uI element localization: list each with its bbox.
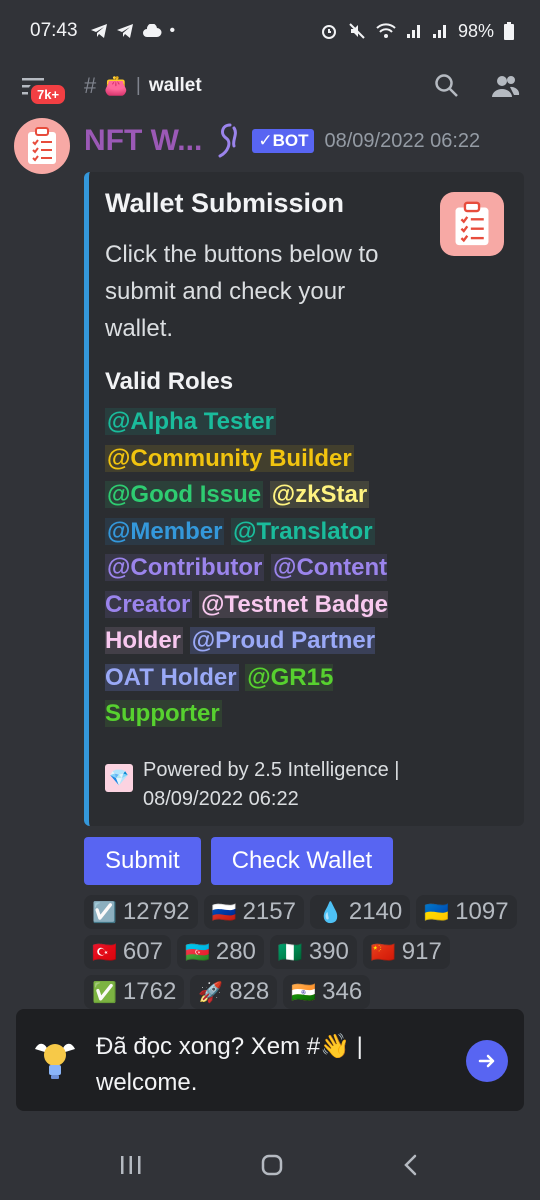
reaction-emoji: 🇷🇺 [211,901,237,924]
signal-icon [432,25,446,38]
reaction-emoji: ☑️ [92,901,117,924]
action-buttons: Submit Check Wallet [84,837,394,885]
role-mention[interactable]: @Good Issue [105,481,264,508]
channel-emoji: 👛 [104,76,128,97]
reaction[interactable]: 🇮🇳 346 [283,975,371,1009]
channel-name: wallet [148,75,202,96]
role-list: @Alpha Tester @Community Builder @Good I… [105,404,405,733]
embed-description: Click the buttons below to submit and ch… [105,241,379,342]
wifi-icon [376,23,396,38]
embed: Wallet Submission Click the buttons belo… [84,172,524,826]
cloud-icon [142,24,162,37]
message-timestamp: 08/09/2022 06:22 [324,129,481,152]
embed-thumbnail[interactable] [440,192,504,256]
battery-icon [504,22,514,40]
telegram-icon [90,24,107,38]
reaction-count: 828 [229,978,270,1005]
gem-icon: 💎 [105,764,133,792]
role-mention[interactable]: @Member [105,517,225,545]
mute-icon [349,23,365,39]
reaction-count: 607 [122,938,163,965]
check-wallet-button[interactable]: Check Wallet [210,837,394,885]
hash-icon: # [84,73,97,98]
status-bar: 07:43 • 98% [0,0,540,62]
submit-button[interactable]: Submit [84,837,201,885]
back-icon[interactable] [401,1153,421,1177]
tip-action-button[interactable] [466,1040,508,1082]
reaction-count: 280 [215,938,256,965]
reaction[interactable]: 🇦🇿 280 [176,935,264,969]
reaction-count: 346 [322,978,363,1005]
reaction[interactable]: 🇹🇷 607 [84,935,171,969]
signal-icon [406,25,420,38]
reaction-emoji: 🇺🇦 [424,901,450,924]
bot-tag: ✓BOT [252,129,315,153]
reaction-count: 390 [308,938,349,965]
notification-badge: 7k+ [28,82,69,107]
reaction-emoji: ✅ [92,981,117,1004]
reaction[interactable]: 🚀 828 [190,975,278,1009]
telegram-icon [116,24,133,38]
reaction[interactable]: 🇷🇺 2157 [203,895,304,929]
members-icon[interactable] [490,73,520,99]
embed-title: Wallet Submission [105,188,345,218]
tip-banner[interactable]: Đã đọc xong? Xem #👋 | welcome. [16,1009,524,1111]
role-mention[interactable]: @Alpha Tester [105,408,276,435]
reaction[interactable]: 🇺🇦 1097 [416,895,517,929]
role-mention[interactable]: @Community Builder [105,444,354,472]
app-badge-icon [218,123,238,158]
footer-text: Powered by 2.5 Intelligence | 08/09/2022… [143,759,400,810]
reactions: ☑️ 12792 🇷🇺 2157 💧 2140 🇺🇦 1097 🇹🇷 607 🇦🇿 280 … [84,895,524,1009]
reaction-count: 1762 [122,978,177,1005]
reaction-emoji: 🇳🇬 [277,941,303,964]
reaction-emoji: 🇹🇷 [92,941,117,964]
system-nav-bar [0,1130,540,1200]
arrow-right-icon [478,1054,495,1068]
menu-button[interactable]: 7k+ [20,66,72,107]
reaction[interactable]: 🇨🇳 917 [362,935,450,969]
alarm-icon [321,25,336,39]
reaction[interactable]: 🇳🇬 390 [269,935,357,969]
role-mention[interactable]: @zkStar [269,481,370,508]
dot-icon: • [169,22,176,39]
reaction-emoji: 🚀 [198,981,224,1004]
channel-header: 7k+ # 👛 | wallet [0,62,540,110]
reaction-count: 12792 [122,898,190,925]
reaction[interactable]: ☑️ 12792 [84,895,198,929]
reaction-count: 1097 [455,898,509,925]
reaction-emoji: 🇮🇳 [291,981,317,1004]
reaction-count: 917 [401,938,442,965]
search-icon[interactable] [434,73,460,99]
author-name[interactable]: NFT W... [84,124,202,158]
role-mention[interactable]: @Translator [231,517,375,545]
reaction-emoji: 🇦🇿 [184,941,210,964]
embed-footer: 💎 Powered by 2.5 Intelligence | 08/09/20… [105,756,443,814]
status-time: 07:43 [30,20,78,41]
divider: | [135,75,141,96]
reaction-emoji: 🇨🇳 [370,941,396,964]
battery-level: 98% [457,20,494,41]
reaction-count: 2157 [242,898,296,925]
lightbulb-wings-icon [35,1043,75,1079]
tip-text: Đã đọc xong? Xem #👋 | welcome. [96,1033,363,1096]
channel-title[interactable]: # 👛 | wallet [84,73,202,99]
avatar[interactable] [14,118,70,174]
clipboard-icon [455,201,489,246]
role-mention[interactable]: @Contributor [105,554,265,581]
recent-apps-icon[interactable] [119,1154,143,1176]
reaction-count: 2140 [348,898,403,925]
clipboard-icon [28,127,56,164]
home-icon[interactable] [260,1153,284,1177]
reaction[interactable]: ✅ 1762 [84,975,185,1009]
embed-field-name: Valid Roles [105,368,234,395]
reaction-emoji: 💧 [317,901,343,924]
reaction[interactable]: 💧 2140 [309,895,411,929]
